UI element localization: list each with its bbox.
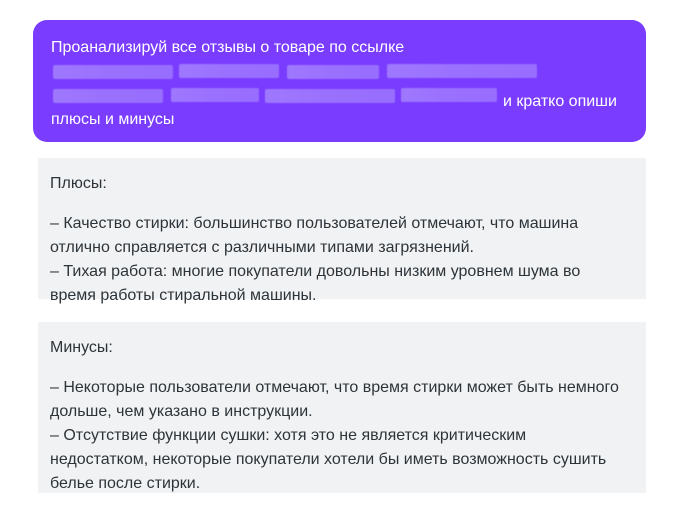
cons-line: белье после стирки. bbox=[50, 475, 201, 492]
redacted-link-segment bbox=[387, 64, 537, 78]
cons-line: недостатком, некоторые покупатели хотели… bbox=[50, 451, 607, 468]
redacted-link-row-2: и кратко опиши bbox=[51, 84, 630, 110]
cons-body: – Некоторые пользователи отмечают, что в… bbox=[50, 376, 634, 496]
prompt-line-1: Проанализируй все отзывы о товаре по ссы… bbox=[51, 39, 405, 56]
cons-line: дольше, чем указано в инструкции. bbox=[50, 403, 313, 420]
cons-line: – Некоторые пользователи отмечают, что в… bbox=[50, 379, 619, 396]
cons-card: Минусы: – Некоторые пользователи отмечаю… bbox=[38, 322, 646, 493]
redacted-link-segment bbox=[401, 88, 497, 102]
chat-page: Проанализируй все отзывы о товаре по ссы… bbox=[0, 0, 681, 526]
pros-line: – Качество стирки: большинство пользоват… bbox=[50, 215, 579, 232]
pros-body: – Качество стирки: большинство пользоват… bbox=[50, 212, 634, 308]
pros-heading: Плюсы: bbox=[50, 175, 107, 192]
pros-line: – Тихая работа: многие покупатели доволь… bbox=[50, 263, 581, 280]
pros-line: время работы стиральной машины. bbox=[50, 287, 317, 304]
redacted-link-segment bbox=[171, 88, 259, 102]
redacted-link-segment bbox=[53, 89, 163, 103]
pros-line: отлично справляется с различными типами … bbox=[50, 239, 474, 256]
user-prompt-bubble: Проанализируй все отзывы о товаре по ссы… bbox=[33, 20, 646, 142]
redacted-link-segment bbox=[287, 65, 379, 79]
redacted-link-row-1 bbox=[51, 60, 630, 84]
prompt-line-2-tail: и кратко опиши bbox=[503, 93, 617, 110]
cons-heading: Минусы: bbox=[50, 339, 113, 356]
pros-card: Плюсы: – Качество стирки: большинство по… bbox=[38, 158, 646, 304]
cons-line: – Отсутствие функции сушки: хотя это не … bbox=[50, 427, 527, 444]
redacted-link-segment bbox=[179, 64, 279, 78]
redacted-link-segment bbox=[53, 65, 173, 79]
redacted-link-segment bbox=[265, 89, 395, 103]
